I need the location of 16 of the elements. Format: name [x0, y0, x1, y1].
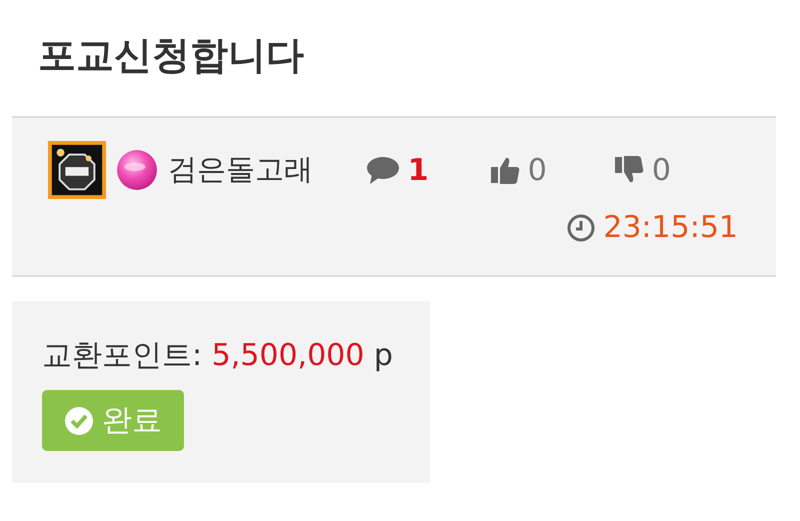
exchange-value: 5,500,000 [212, 338, 364, 373]
dislike-count: 0 [652, 152, 671, 188]
clock-icon [567, 214, 596, 242]
comment-count: 1 [408, 152, 429, 188]
post-title: 포교신청합니다 [37, 32, 305, 79]
like-count: 0 [528, 152, 547, 188]
point-unit: p [374, 338, 393, 373]
exchange-label: 교환포인트: [42, 338, 202, 373]
author-name[interactable]: 검은돌고래 [168, 150, 313, 190]
thumbs-up-icon [490, 155, 520, 185]
orb-icon [116, 149, 158, 191]
thumbs-down-icon [614, 155, 644, 185]
play-badge-icon [48, 141, 106, 199]
comment-icon [366, 156, 400, 184]
check-circle-icon [64, 406, 94, 436]
post-time: 23:15:51 [603, 210, 738, 245]
